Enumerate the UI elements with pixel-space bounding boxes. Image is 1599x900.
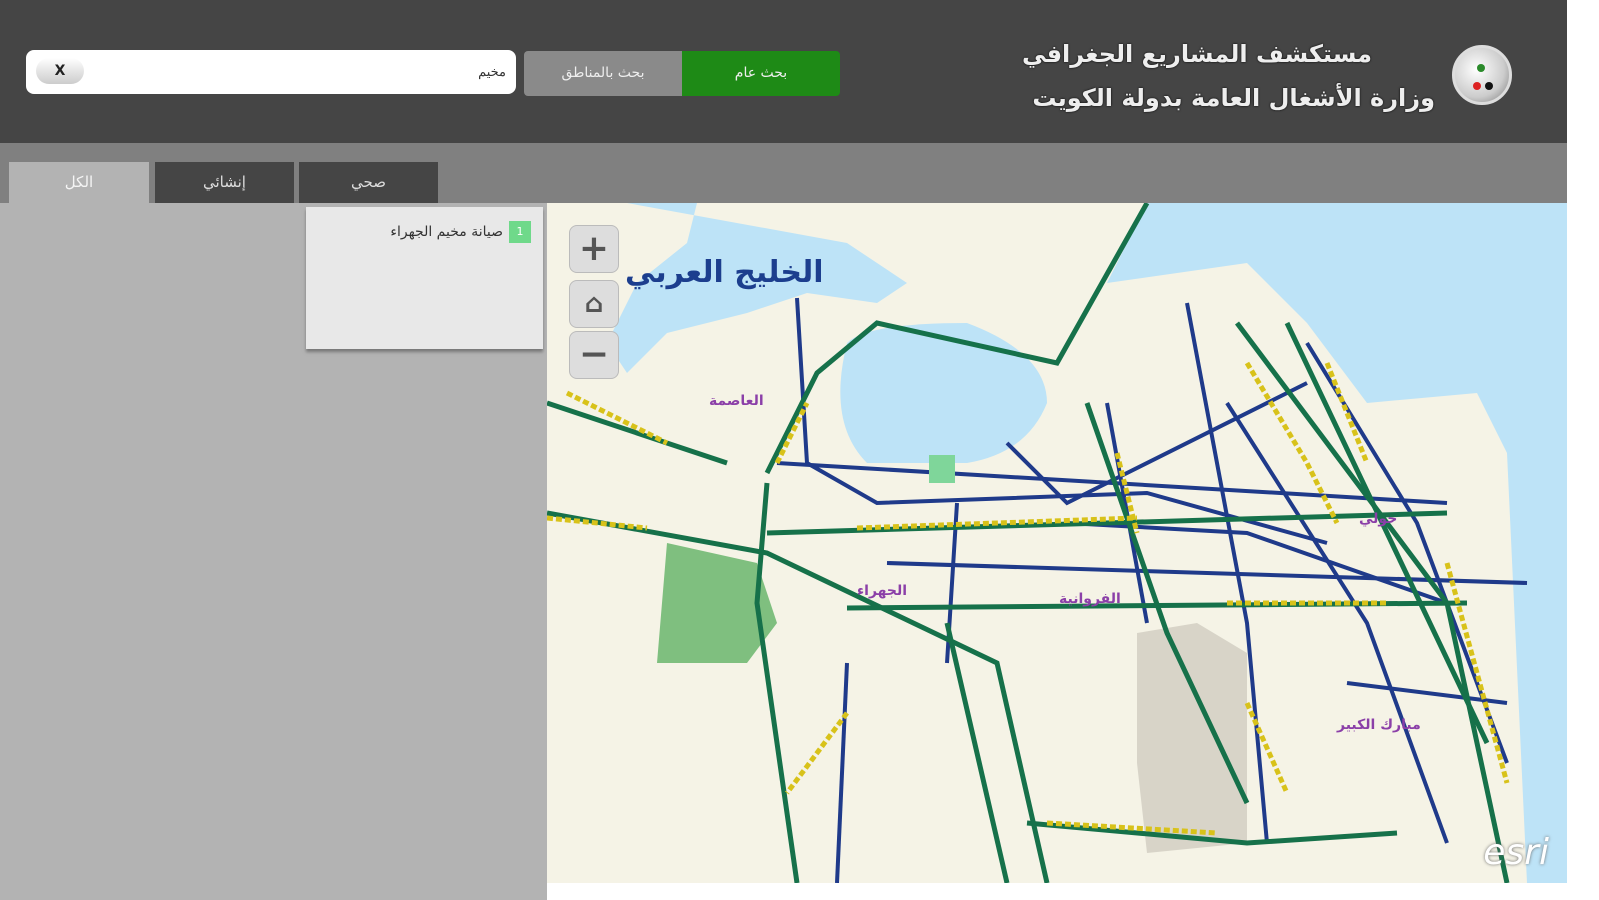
tab-all[interactable]: الكل <box>9 162 149 203</box>
map-label: الجهراء <box>857 583 908 599</box>
list-item[interactable]: 1 صيانة مخيم الجهراء <box>318 221 531 243</box>
esri-attribution: esri <box>1483 832 1549 873</box>
clear-search-button[interactable]: X <box>36 58 84 84</box>
search-input[interactable] <box>26 50 516 94</box>
kuwait-bay <box>840 323 1047 463</box>
header: مستكشف المشاريع الجغرافي وزارة الأشغال ا… <box>0 0 1567 143</box>
ministry-logo <box>1452 45 1512 105</box>
map-label: مبارك الكبير <box>1337 717 1421 733</box>
airport-area <box>1137 623 1247 853</box>
home-button[interactable]: ⌂ <box>569 280 619 328</box>
result-number-badge: 1 <box>509 221 531 243</box>
map-label: العاصمة <box>709 393 764 409</box>
zoom-out-button[interactable]: − <box>569 331 619 379</box>
ministry-title: وزارة الأشغال العامة بدولة الكويت <box>1032 84 1435 112</box>
results-list: 1 صيانة مخيم الجهراء <box>306 207 543 349</box>
sea-label: الخليج العربي <box>625 255 824 290</box>
map-basemap <box>547 203 1567 883</box>
project-marker <box>929 455 955 483</box>
general-search-button[interactable]: بحث عام <box>682 51 840 96</box>
home-icon: ⌂ <box>584 289 604 319</box>
tab-construction[interactable]: إنشائي <box>155 162 294 203</box>
result-label: صيانة مخيم الجهراء <box>390 224 503 240</box>
map-label: حولي <box>1359 511 1398 527</box>
search-by-area-button[interactable]: بحث بالمناطق <box>524 51 682 96</box>
zoom-in-button[interactable]: + <box>569 225 619 273</box>
map[interactable]: + ⌂ − الخليج العربي العاصمة الجهراء الفر… <box>547 203 1567 883</box>
map-label: الفروانية <box>1059 591 1121 607</box>
tab-health[interactable]: صحي <box>299 162 438 203</box>
app-title: مستكشف المشاريع الجغرافي <box>1022 40 1372 68</box>
